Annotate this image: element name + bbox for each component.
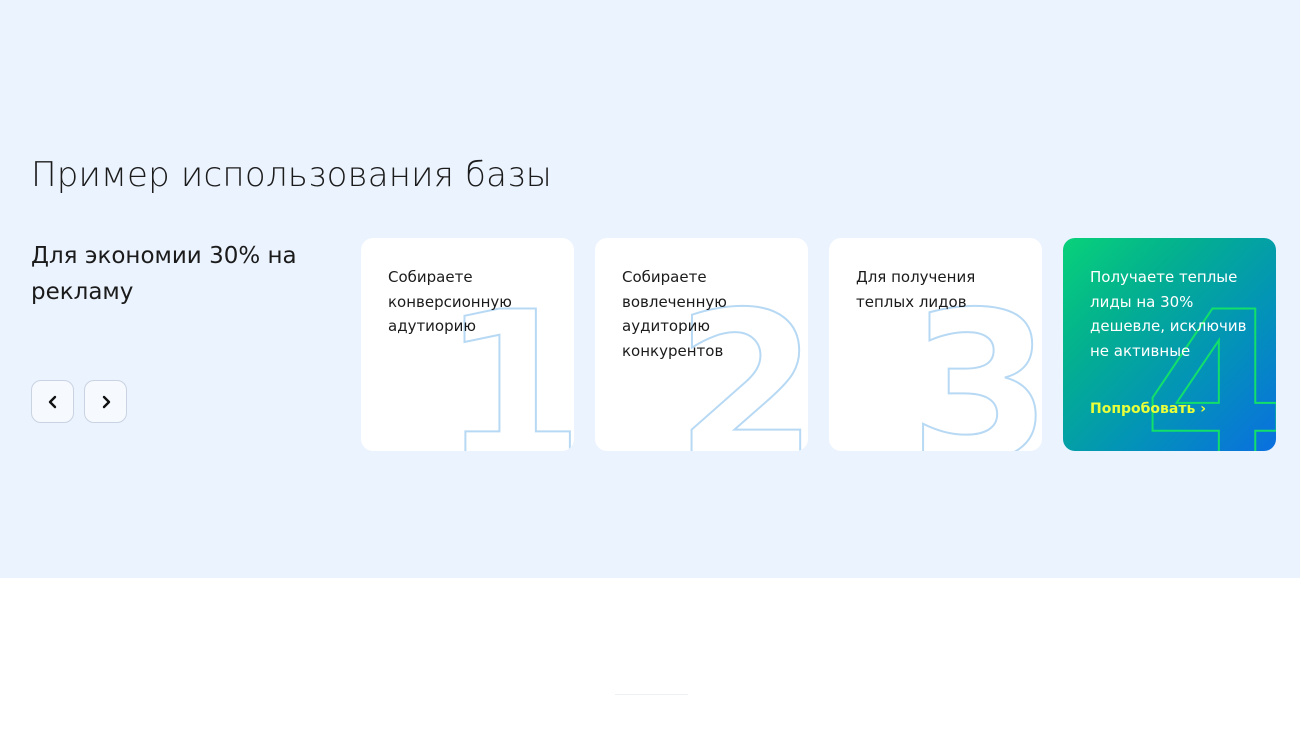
step-card-text: Для получения теплых лидов: [856, 268, 976, 311]
chevron-right-icon: [102, 395, 110, 408]
previous-slide-button[interactable]: [31, 380, 74, 423]
chevron-left-icon: [48, 395, 56, 408]
try-link[interactable]: Попробовать ›: [1090, 401, 1206, 417]
step-card-text: Собираете вовлеченную аудиторию конкурен…: [622, 268, 727, 360]
section-title: Пример использования базы: [31, 155, 552, 195]
divider-line: [615, 694, 688, 695]
step-card-4-highlight: Получаете теплые лиды на 30% дешевле, ис…: [1063, 238, 1276, 451]
step-card-1: Собираете конверсионную адутиорию 1: [361, 238, 574, 451]
step-card-2: Собираете вовлеченную аудиторию конкурен…: [595, 238, 808, 451]
step-card-text: Получаете теплые лиды на 30% дешевле, ис…: [1090, 268, 1247, 360]
step-card-text: Собираете конверсионную адутиорию: [388, 268, 512, 335]
next-slide-button[interactable]: [84, 380, 127, 423]
slide-subtitle: Для экономии 30% на рекламу: [31, 243, 297, 305]
usage-example-section: Пример использования базы Для экономии 3…: [0, 0, 1300, 578]
step-card-3: Для получения теплых лидов 3: [829, 238, 1042, 451]
